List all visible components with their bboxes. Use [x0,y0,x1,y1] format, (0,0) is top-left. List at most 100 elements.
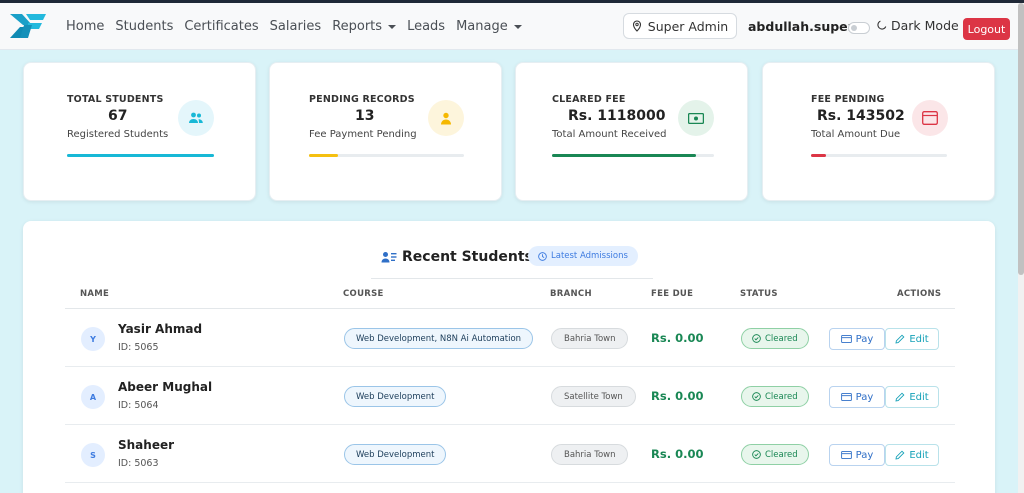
username: abdullah.super [748,19,854,34]
column-header-branch: BRANCH [550,289,592,299]
pay-button[interactable]: Pay [829,444,885,466]
status-label: Cleared [765,333,798,344]
status-badge: Cleared [741,328,809,349]
course-badge: Web Development [344,386,447,407]
nav-students[interactable]: Students [115,19,173,34]
users-icon [178,100,214,136]
avatar: Y [81,327,105,351]
stat-card-fee-pending: FEE PENDING Rs. 143502 Total Amount Due [762,62,995,201]
status-badge: Cleared [741,386,809,407]
stat-label: PENDING RECORDS [309,94,415,105]
stat-sub: Registered Students [67,129,169,140]
pay-label: Pay [855,333,874,345]
table-row: Y Yasir Ahmad ID: 5065 Web Development, … [65,309,955,367]
student-name[interactable]: Abeer Mughal [118,380,212,394]
logout-button[interactable]: Logout [963,18,1010,40]
navbar: Home Students Certificates Salaries Repo… [0,3,1018,50]
credit-card-icon [840,451,852,459]
section-title-text: Recent Students [402,249,533,265]
stat-label: CLEARED FEE [552,94,626,105]
stat-progress-track [309,154,464,157]
pencil-icon [895,392,905,402]
table-row: S Shaheer ID: 5063 Web Development Bahri… [65,425,955,483]
section-title: Recent Students [381,249,533,265]
stat-value: 13 [355,108,375,124]
edit-button[interactable]: Edit [885,328,939,350]
scrollbar-thumb[interactable] [1018,3,1024,275]
nav-manage-dropdown[interactable]: Manage [456,19,522,34]
nav-salaries[interactable]: Salaries [270,19,322,34]
course-badge: Web Development [344,444,447,465]
nav-salaries-label: Salaries [269,19,322,34]
brand-logo[interactable] [8,11,48,41]
latest-admissions-badge: Latest Admissions [528,246,638,266]
nav-leads[interactable]: Leads [407,19,445,34]
column-header-actions: ACTIONS [897,289,942,299]
fee-due-value: Rs. 0.00 [651,331,704,345]
column-header-name: NAME [80,289,110,299]
nav-reports-dropdown[interactable]: Reports [332,19,397,34]
edit-label: Edit [909,333,929,345]
nav-certificates[interactable]: Certificates [184,19,258,34]
nav-manage-label: Manage [456,19,508,34]
column-header-course: COURSE [343,289,384,299]
student-name[interactable]: Shaheer [118,438,174,452]
student-id: ID: 5065 [118,342,159,353]
nav-leads-label: Leads [407,19,446,34]
course-badge: Web Development, N8N Ai Automation [344,328,534,349]
pencil-icon [895,334,905,344]
student-id: ID: 5064 [118,400,159,411]
cash-icon [678,100,714,136]
pay-label: Pay [855,391,874,403]
stat-value: Rs. 1118000 [568,108,666,124]
role-label: Super Admin [647,18,729,34]
caret-down-icon [388,24,397,29]
caret-down-icon [513,24,522,29]
nav-reports-label: Reports [332,19,383,34]
dark-mode-label-wrap[interactable]: Dark Mode [876,18,959,33]
stat-label: FEE PENDING [811,94,885,105]
stat-value: 67 [108,108,128,124]
recent-students-panel: Recent Students Latest Admissions NAME C… [23,221,995,493]
stat-card-total-students: TOTAL STUDENTS 67 Registered Students [23,62,256,201]
stat-progress-fill [811,154,826,157]
check-circle-icon [752,334,761,343]
stat-progress-fill [552,154,697,157]
latest-admissions-label: Latest Admissions [551,251,628,261]
fee-due-value: Rs. 0.00 [651,389,704,403]
edit-label: Edit [909,449,929,461]
nav-home-label: Home [66,19,105,34]
pay-button[interactable]: Pay [829,328,885,350]
column-header-fee-due: FEE DUE [651,289,694,299]
edit-label: Edit [909,391,929,403]
status-label: Cleared [765,449,798,460]
check-circle-icon [752,450,761,459]
stat-card-pending-records: PENDING RECORDS 13 Fee Payment Pending [269,62,502,201]
pay-label: Pay [855,449,874,461]
avatar: S [81,443,105,467]
nav-certificates-label: Certificates [184,19,259,34]
pay-button[interactable]: Pay [829,386,885,408]
fee-due-value: Rs. 0.00 [651,447,704,461]
branch-badge: Bahria Town [551,444,629,465]
stat-progress-fill [67,154,214,157]
stat-value: Rs. 143502 [817,108,905,124]
student-name[interactable]: Yasir Ahmad [118,322,202,336]
nav-students-label: Students [115,19,174,34]
stat-card-cleared-fee: CLEARED FEE Rs. 1118000 Total Amount Rec… [515,62,748,201]
nav-home[interactable]: Home [66,19,104,34]
stat-progress-fill [309,154,339,157]
stat-progress-track [67,154,214,157]
edit-button[interactable]: Edit [885,386,939,408]
edit-button[interactable]: Edit [885,444,939,466]
page-scrollbar[interactable] [1018,3,1024,493]
user-list-icon [381,252,397,263]
stat-sub: Total Amount Received [552,129,667,140]
moon-icon [877,20,887,30]
title-divider [371,278,653,279]
avatar: A [81,385,105,409]
status-label: Cleared [765,391,798,402]
role-badge[interactable]: Super Admin [623,13,737,39]
dark-mode-toggle[interactable] [848,22,870,34]
stat-label: TOTAL STUDENTS [67,94,164,105]
